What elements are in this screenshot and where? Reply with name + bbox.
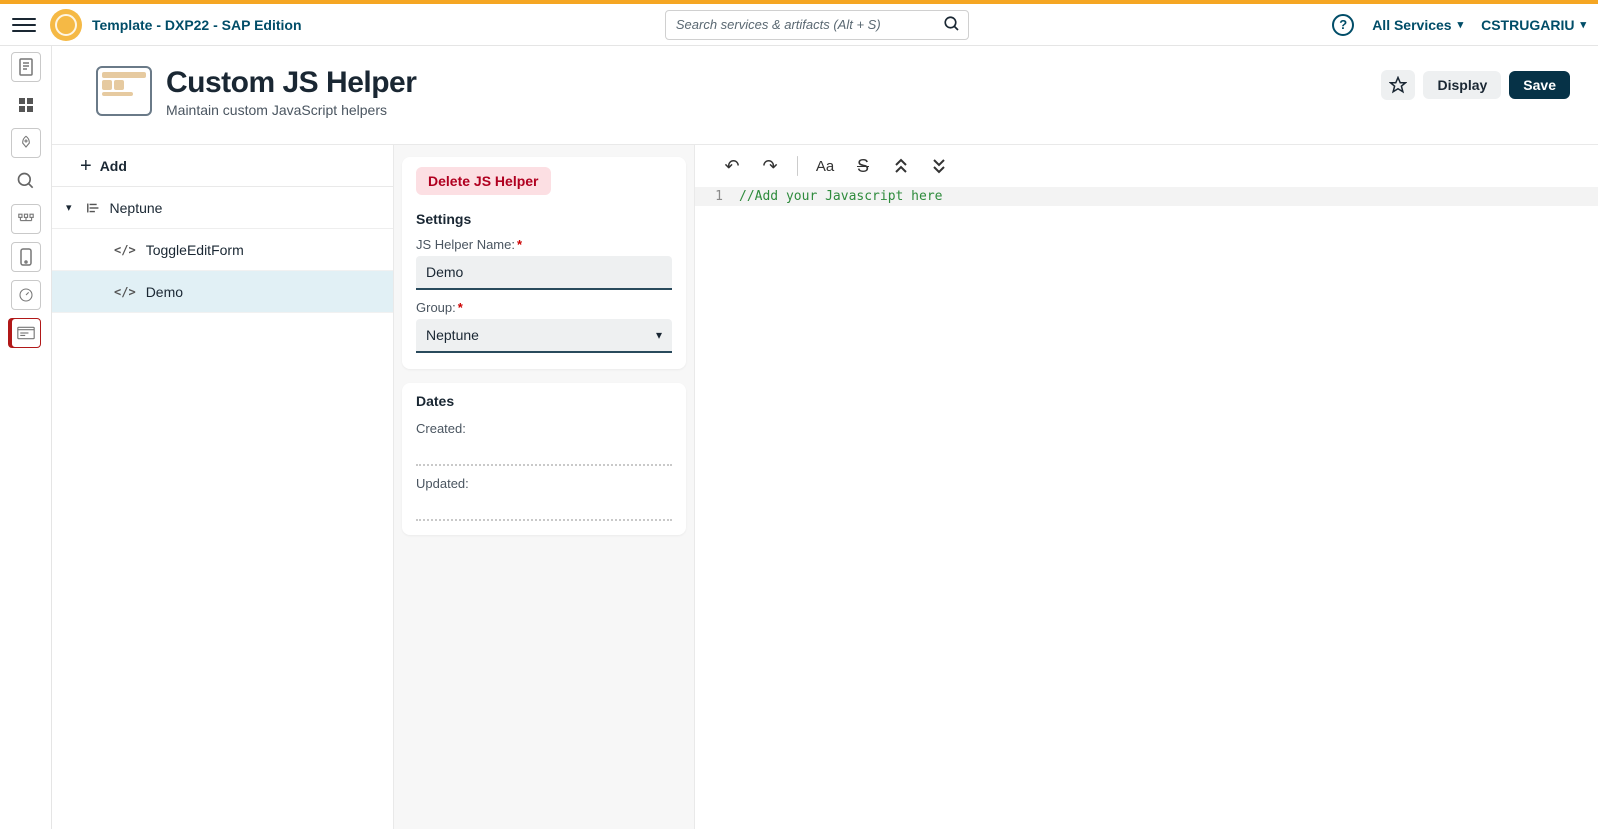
chevron-down-icon: ▾ <box>66 201 72 214</box>
collapse-icon[interactable] <box>884 151 918 181</box>
search-wrap <box>665 10 969 40</box>
all-services-menu[interactable]: All Services ▾ <box>1372 17 1463 33</box>
username-label: CSTRUGARIU <box>1481 17 1574 33</box>
search-input[interactable] <box>665 10 969 40</box>
tree-panel: + Add ▾ Neptune </> ToggleEditForm </> D… <box>52 145 394 829</box>
add-label: Add <box>100 158 127 174</box>
name-input[interactable] <box>416 256 672 290</box>
rail-editor-icon[interactable] <box>11 318 41 348</box>
side-rail <box>0 46 52 829</box>
rail-workflow-icon[interactable] <box>11 204 41 234</box>
rail-gauge-icon[interactable] <box>11 280 41 310</box>
separator <box>797 156 798 176</box>
rail-document-icon[interactable] <box>11 52 41 82</box>
strikethrough-icon[interactable]: S <box>846 151 880 181</box>
code-line: //Add your Javascript here <box>731 187 1598 206</box>
code-editor[interactable]: 1 //Add your Javascript here <box>695 187 1598 206</box>
code-icon: </> <box>114 285 136 299</box>
chevron-down-icon: ▾ <box>1580 18 1586 31</box>
page-title: Custom JS Helper <box>166 66 416 100</box>
search-icon[interactable] <box>943 15 961 33</box>
updated-label: Updated: <box>402 466 686 509</box>
tree-item[interactable]: </> ToggleEditForm <box>52 229 393 271</box>
name-label: JS Helper Name:* <box>416 237 672 252</box>
page-header: Custom JS Helper Maintain custom JavaScr… <box>52 46 1598 144</box>
logo-icon[interactable] <box>50 9 82 41</box>
help-icon[interactable]: ? <box>1332 14 1354 36</box>
add-button[interactable]: + Add <box>52 145 393 187</box>
display-button[interactable]: Display <box>1423 71 1501 99</box>
rail-search-icon[interactable] <box>11 166 41 196</box>
redo-icon[interactable]: ↷ <box>753 151 787 181</box>
favorite-button[interactable] <box>1381 70 1415 100</box>
rail-rocket-icon[interactable] <box>11 128 41 158</box>
group-value: Neptune <box>426 327 479 343</box>
tree-item-label: ToggleEditForm <box>146 242 244 258</box>
menu-icon[interactable] <box>12 13 36 37</box>
code-icon: </> <box>114 243 136 257</box>
editor-panel: ↶ ↷ Aa S 1 //Add your Javascript here <box>694 145 1598 829</box>
plus-icon: + <box>80 156 92 176</box>
chevron-down-icon: ▾ <box>1458 18 1464 31</box>
delete-button[interactable]: Delete JS Helper <box>416 167 551 195</box>
settings-heading: Settings <box>402 201 686 229</box>
expand-icon[interactable] <box>922 151 956 181</box>
tree-group-label: Neptune <box>110 200 163 216</box>
topbar: Template - DXP22 - SAP Edition ? All Ser… <box>0 4 1598 46</box>
all-services-label: All Services <box>1372 17 1451 33</box>
rail-grid-icon[interactable] <box>11 90 41 120</box>
page-icon <box>96 66 152 116</box>
tree-item-label: Demo <box>146 284 183 300</box>
group-label: Group:* <box>416 300 672 315</box>
tree-group[interactable]: ▾ Neptune <box>52 187 393 229</box>
app-title: Template - DXP22 - SAP Edition <box>92 17 302 33</box>
chevron-down-icon: ▾ <box>656 328 662 342</box>
dates-heading: Dates <box>402 383 686 411</box>
save-button[interactable]: Save <box>1509 71 1570 99</box>
list-icon <box>86 201 102 215</box>
tree-item[interactable]: </> Demo <box>52 271 393 313</box>
undo-icon[interactable]: ↶ <box>715 151 749 181</box>
divider <box>416 519 672 521</box>
line-number: 1 <box>695 187 731 206</box>
rail-device-icon[interactable] <box>11 242 41 272</box>
page-subtitle: Maintain custom JavaScript helpers <box>166 102 416 118</box>
group-select[interactable]: Neptune ▾ <box>416 319 672 353</box>
created-label: Created: <box>402 411 686 454</box>
editor-toolbar: ↶ ↷ Aa S <box>695 145 1598 187</box>
user-menu[interactable]: CSTRUGARIU ▾ <box>1481 17 1586 33</box>
form-panel: Delete JS Helper Settings JS Helper Name… <box>394 145 694 829</box>
font-size-icon[interactable]: Aa <box>808 151 842 181</box>
